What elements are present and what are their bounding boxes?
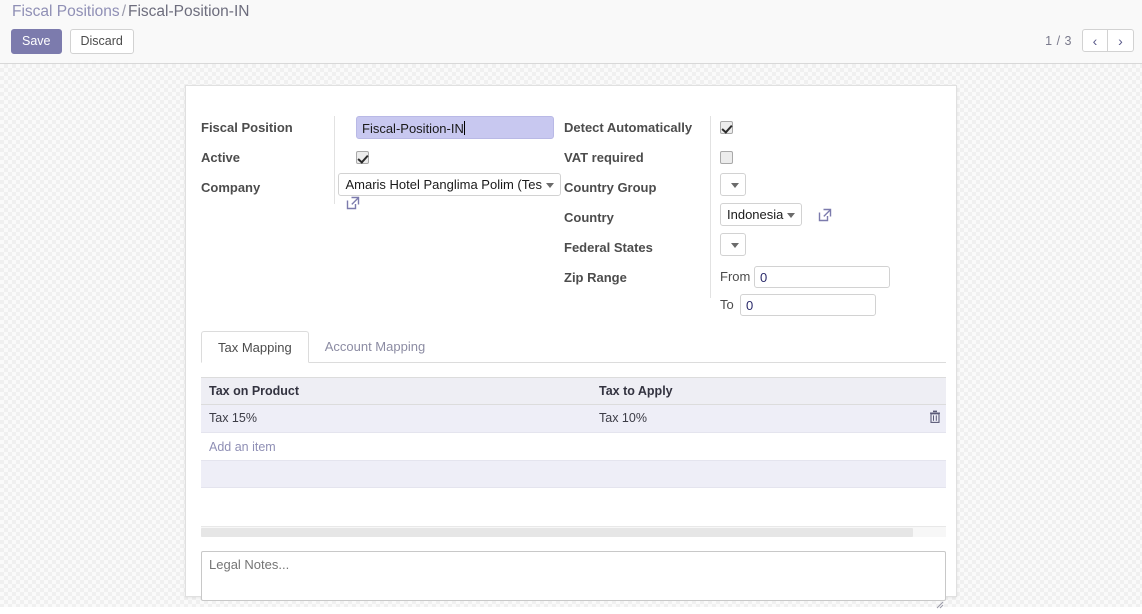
column-header-tax-to-apply: Tax to Apply bbox=[591, 377, 921, 405]
field-federal-states: Federal States bbox=[564, 233, 934, 260]
zip-to-label: To bbox=[720, 297, 734, 313]
country-group-label: Country Group bbox=[564, 180, 657, 195]
tab-account-mapping[interactable]: Account Mapping bbox=[309, 331, 441, 362]
tab-panel-tax-mapping: Tax on Product Tax to Apply Tax 15% Tax … bbox=[201, 363, 946, 609]
zip-to-row: To 0 bbox=[720, 294, 934, 316]
external-link-glyph bbox=[818, 208, 832, 221]
external-link-glyph bbox=[347, 196, 360, 209]
legal-notes-textarea[interactable] bbox=[201, 551, 946, 601]
column-header-tax-on-product: Tax on Product bbox=[201, 377, 591, 405]
control-panel: Fiscal Positions / Fiscal-Position-IN Save… bbox=[0, 0, 1142, 64]
trash-glyph bbox=[930, 410, 940, 423]
record-pager: 1 / 3 ‹ › bbox=[1045, 29, 1134, 52]
field-country-group: Country Group bbox=[564, 173, 934, 200]
company-label: Company bbox=[201, 180, 261, 195]
fiscal-position-input[interactable]: Fiscal-Position-IN bbox=[356, 116, 554, 139]
zip-range-label: Zip Range bbox=[564, 270, 627, 285]
cell-tax-on-product: Tax 15% bbox=[201, 404, 591, 433]
chevron-down-icon bbox=[546, 183, 554, 188]
breadcrumb-separator: / bbox=[121, 3, 126, 20]
cell-tax-to-apply: Tax 10% bbox=[591, 404, 921, 433]
zip-from-row: From 0 bbox=[720, 266, 934, 288]
company-value: Amaris Hotel Panglima Polim (Tes bbox=[345, 177, 542, 192]
table-row[interactable]: Tax 15% Tax 10% bbox=[201, 404, 946, 433]
resize-grip-glyph bbox=[936, 601, 944, 609]
breadcrumb-current: Fiscal-Position-IN bbox=[128, 3, 250, 20]
company-external-link-icon[interactable] bbox=[345, 195, 361, 211]
country-label: Country bbox=[564, 210, 614, 225]
chevron-down-icon bbox=[731, 243, 739, 248]
notebook-tabs: Tax Mapping Account Mapping bbox=[201, 331, 946, 363]
table-header-row: Tax on Product Tax to Apply bbox=[201, 377, 946, 405]
country-group-select[interactable] bbox=[720, 173, 746, 196]
chevron-right-icon[interactable]: › bbox=[1108, 29, 1134, 52]
detect-automatically-checkbox[interactable] bbox=[720, 121, 733, 134]
save-button[interactable]: Save bbox=[11, 29, 62, 54]
resize-handle-icon[interactable] bbox=[936, 596, 944, 609]
country-value: Indonesia bbox=[727, 207, 784, 222]
zip-to-input[interactable]: 0 bbox=[740, 294, 876, 316]
country-external-link-icon[interactable] bbox=[817, 207, 833, 223]
field-zip-range: Zip Range From 0 To 0 bbox=[564, 266, 934, 322]
chevron-down-icon bbox=[731, 183, 739, 188]
horizontal-scrollbar[interactable] bbox=[201, 526, 946, 537]
form-sheet: Fiscal Position Fiscal-Position-IN Activ… bbox=[185, 85, 957, 609]
zip-from-input[interactable]: 0 bbox=[754, 266, 890, 288]
active-label: Active bbox=[201, 150, 241, 165]
federal-states-label: Federal States bbox=[564, 240, 653, 255]
detect-automatically-label: Detect Automatically bbox=[564, 120, 693, 135]
chevron-down-icon bbox=[787, 213, 796, 218]
scrollbar-thumb[interactable] bbox=[201, 528, 913, 537]
field-company: Company Amaris Hotel Panglima Polim (Tes bbox=[201, 173, 561, 212]
fiscal-position-value: Fiscal-Position-IN bbox=[362, 121, 464, 136]
notebook: Tax Mapping Account Mapping Tax on Produ… bbox=[201, 331, 946, 609]
legal-notes-section bbox=[201, 551, 946, 609]
trash-icon[interactable] bbox=[929, 410, 941, 423]
cell-actions bbox=[921, 404, 946, 433]
form-column-left: Fiscal Position Fiscal-Position-IN Activ… bbox=[201, 116, 561, 218]
country-select[interactable]: Indonesia bbox=[720, 203, 803, 226]
chevron-left-icon[interactable]: ‹ bbox=[1082, 29, 1108, 52]
breadcrumb-root-link[interactable]: Fiscal Positions bbox=[12, 3, 120, 20]
field-vat-required: VAT required bbox=[564, 146, 934, 170]
field-country: Country Indonesia bbox=[564, 203, 934, 230]
field-detect-automatically: Detect Automatically bbox=[564, 116, 934, 140]
tab-tax-mapping[interactable]: Tax Mapping bbox=[201, 331, 309, 363]
field-active: Active bbox=[201, 146, 561, 170]
federal-states-select[interactable] bbox=[720, 233, 746, 256]
vat-required-checkbox[interactable] bbox=[720, 151, 733, 164]
text-caret bbox=[463, 121, 465, 135]
form-column-right: Detect Automatically VAT required Countr… bbox=[564, 116, 934, 328]
company-select[interactable]: Amaris Hotel Panglima Polim (Tes bbox=[338, 173, 561, 196]
tax-mapping-table: Tax on Product Tax to Apply Tax 15% Tax … bbox=[201, 377, 946, 433]
field-fiscal-position: Fiscal Position Fiscal-Position-IN bbox=[201, 116, 561, 140]
breadcrumb: Fiscal Positions / Fiscal-Position-IN bbox=[12, 3, 249, 21]
active-checkbox[interactable] bbox=[356, 151, 369, 164]
empty-row-band bbox=[201, 461, 946, 488]
legal-notes-box bbox=[201, 551, 946, 609]
pager-count: 1 / 3 bbox=[1045, 33, 1072, 48]
column-header-actions bbox=[921, 377, 946, 405]
zip-from-label: From bbox=[720, 269, 751, 285]
fiscal-position-label: Fiscal Position bbox=[201, 120, 293, 135]
action-buttons: Save Discard bbox=[11, 29, 134, 54]
add-an-item-link[interactable]: Add an item bbox=[201, 433, 946, 461]
vat-required-label: VAT required bbox=[564, 150, 644, 165]
discard-button[interactable]: Discard bbox=[69, 29, 134, 54]
